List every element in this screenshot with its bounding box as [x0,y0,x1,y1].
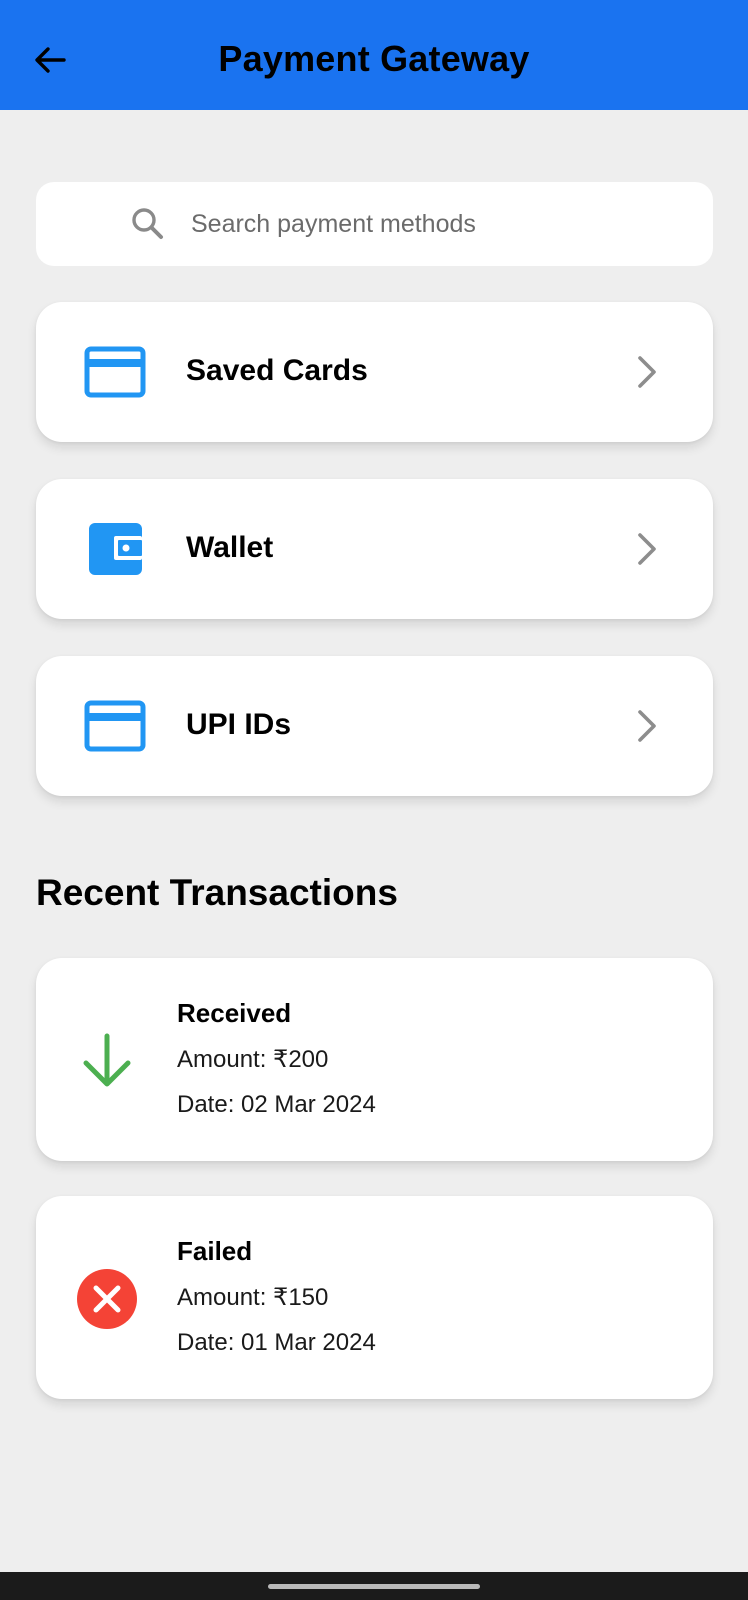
credit-card-icon [84,700,146,752]
search-icon [132,208,163,239]
wallet-icon [89,523,142,575]
arrow-down-icon [83,1033,131,1087]
method-label: UPI IDs [186,708,292,741]
transaction-amount: Amount: ₹200 [177,1046,329,1073]
transaction-status: Failed [177,1236,253,1266]
page-title: Payment Gateway [218,38,530,79]
transaction-card-received[interactable]: Received Amount: ₹200 Date: 02 Mar 2024 [36,958,713,1161]
transaction-card-failed[interactable]: Failed Amount: ₹150 Date: 01 Mar 2024 [36,1196,713,1399]
chevron-right-icon [638,356,656,388]
transaction-date: Date: 01 Mar 2024 [177,1329,376,1356]
transaction-status: Received [177,998,292,1028]
method-label: Saved Cards [186,354,368,387]
app-bar: Payment Gateway [0,0,748,110]
search-bar[interactable] [36,182,713,266]
transaction-date: Date: 02 Mar 2024 [177,1091,376,1118]
transaction-amount: Amount: ₹150 [177,1284,329,1311]
section-title-recent-transactions: Recent Transactions [36,872,398,913]
method-saved-cards[interactable]: Saved Cards [36,302,713,442]
credit-card-icon [84,346,146,398]
chevron-right-icon [638,710,656,742]
error-icon [77,1269,137,1329]
method-wallet[interactable]: Wallet [36,479,713,619]
search-input[interactable] [191,204,671,244]
home-gesture-handle[interactable] [268,1584,480,1589]
method-label: Wallet [186,531,274,564]
system-nav-bar [0,1572,748,1600]
method-upi-ids[interactable]: UPI IDs [36,656,713,796]
chevron-right-icon [638,533,656,565]
